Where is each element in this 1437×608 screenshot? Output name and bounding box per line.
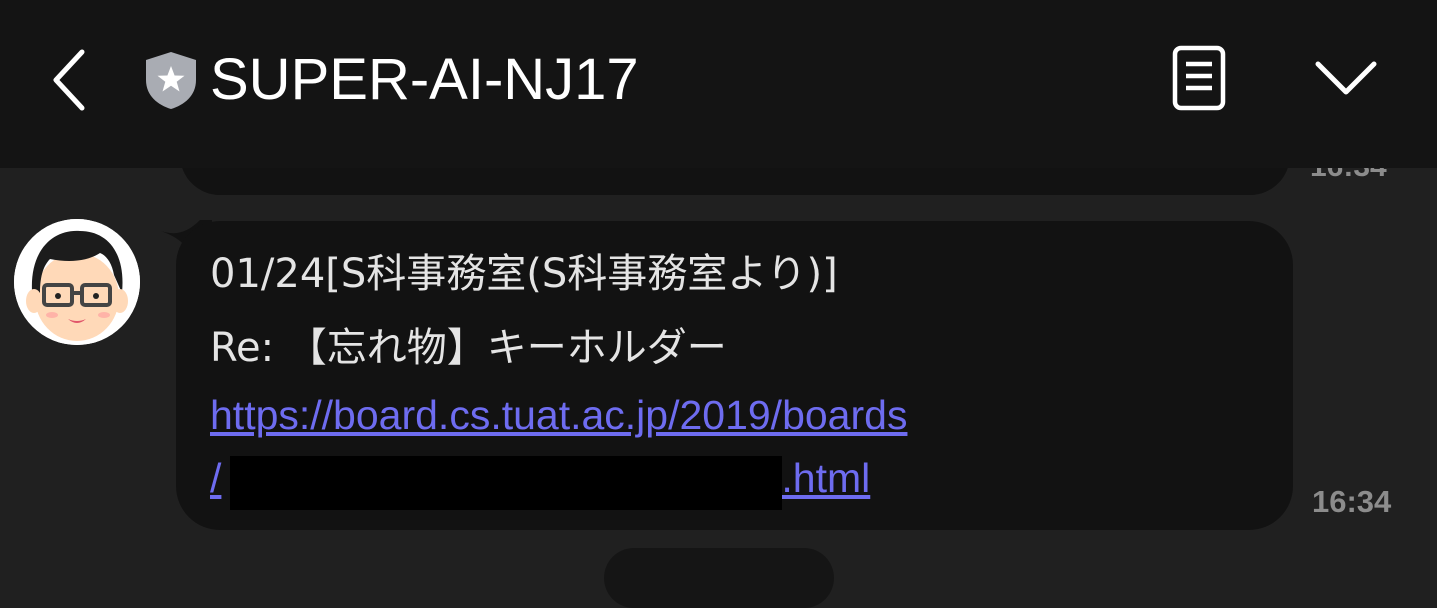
next-message-bubble [604,548,834,608]
expand-button[interactable] [1312,52,1380,104]
back-button[interactable] [42,44,102,116]
link-path-suffix: .html [781,455,871,501]
conversation-header: SUPER-AI-NJ17 [0,0,1437,168]
document-list-icon [1172,45,1226,111]
message-list-button[interactable] [1168,44,1230,112]
link-path-prefix: / [210,455,222,501]
chevron-down-icon [1315,61,1377,95]
avatar[interactable] [14,219,140,345]
message-link[interactable]: https://board.cs.tuat.ac.jp/2019/boards [210,385,907,445]
message-header-line: 01/24[S科事務室(S科事務室より)] [210,251,838,297]
message-subject-line: Re: 【忘れ物】キーホルダー [210,325,727,371]
message-timestamp: 16:34 [1312,484,1392,519]
shield-star-icon [144,50,198,110]
person-avatar-icon [14,219,140,345]
chevron-left-icon [53,49,85,111]
contact-name: SUPER-AI-NJ17 [210,47,639,112]
redaction-block [230,456,782,510]
